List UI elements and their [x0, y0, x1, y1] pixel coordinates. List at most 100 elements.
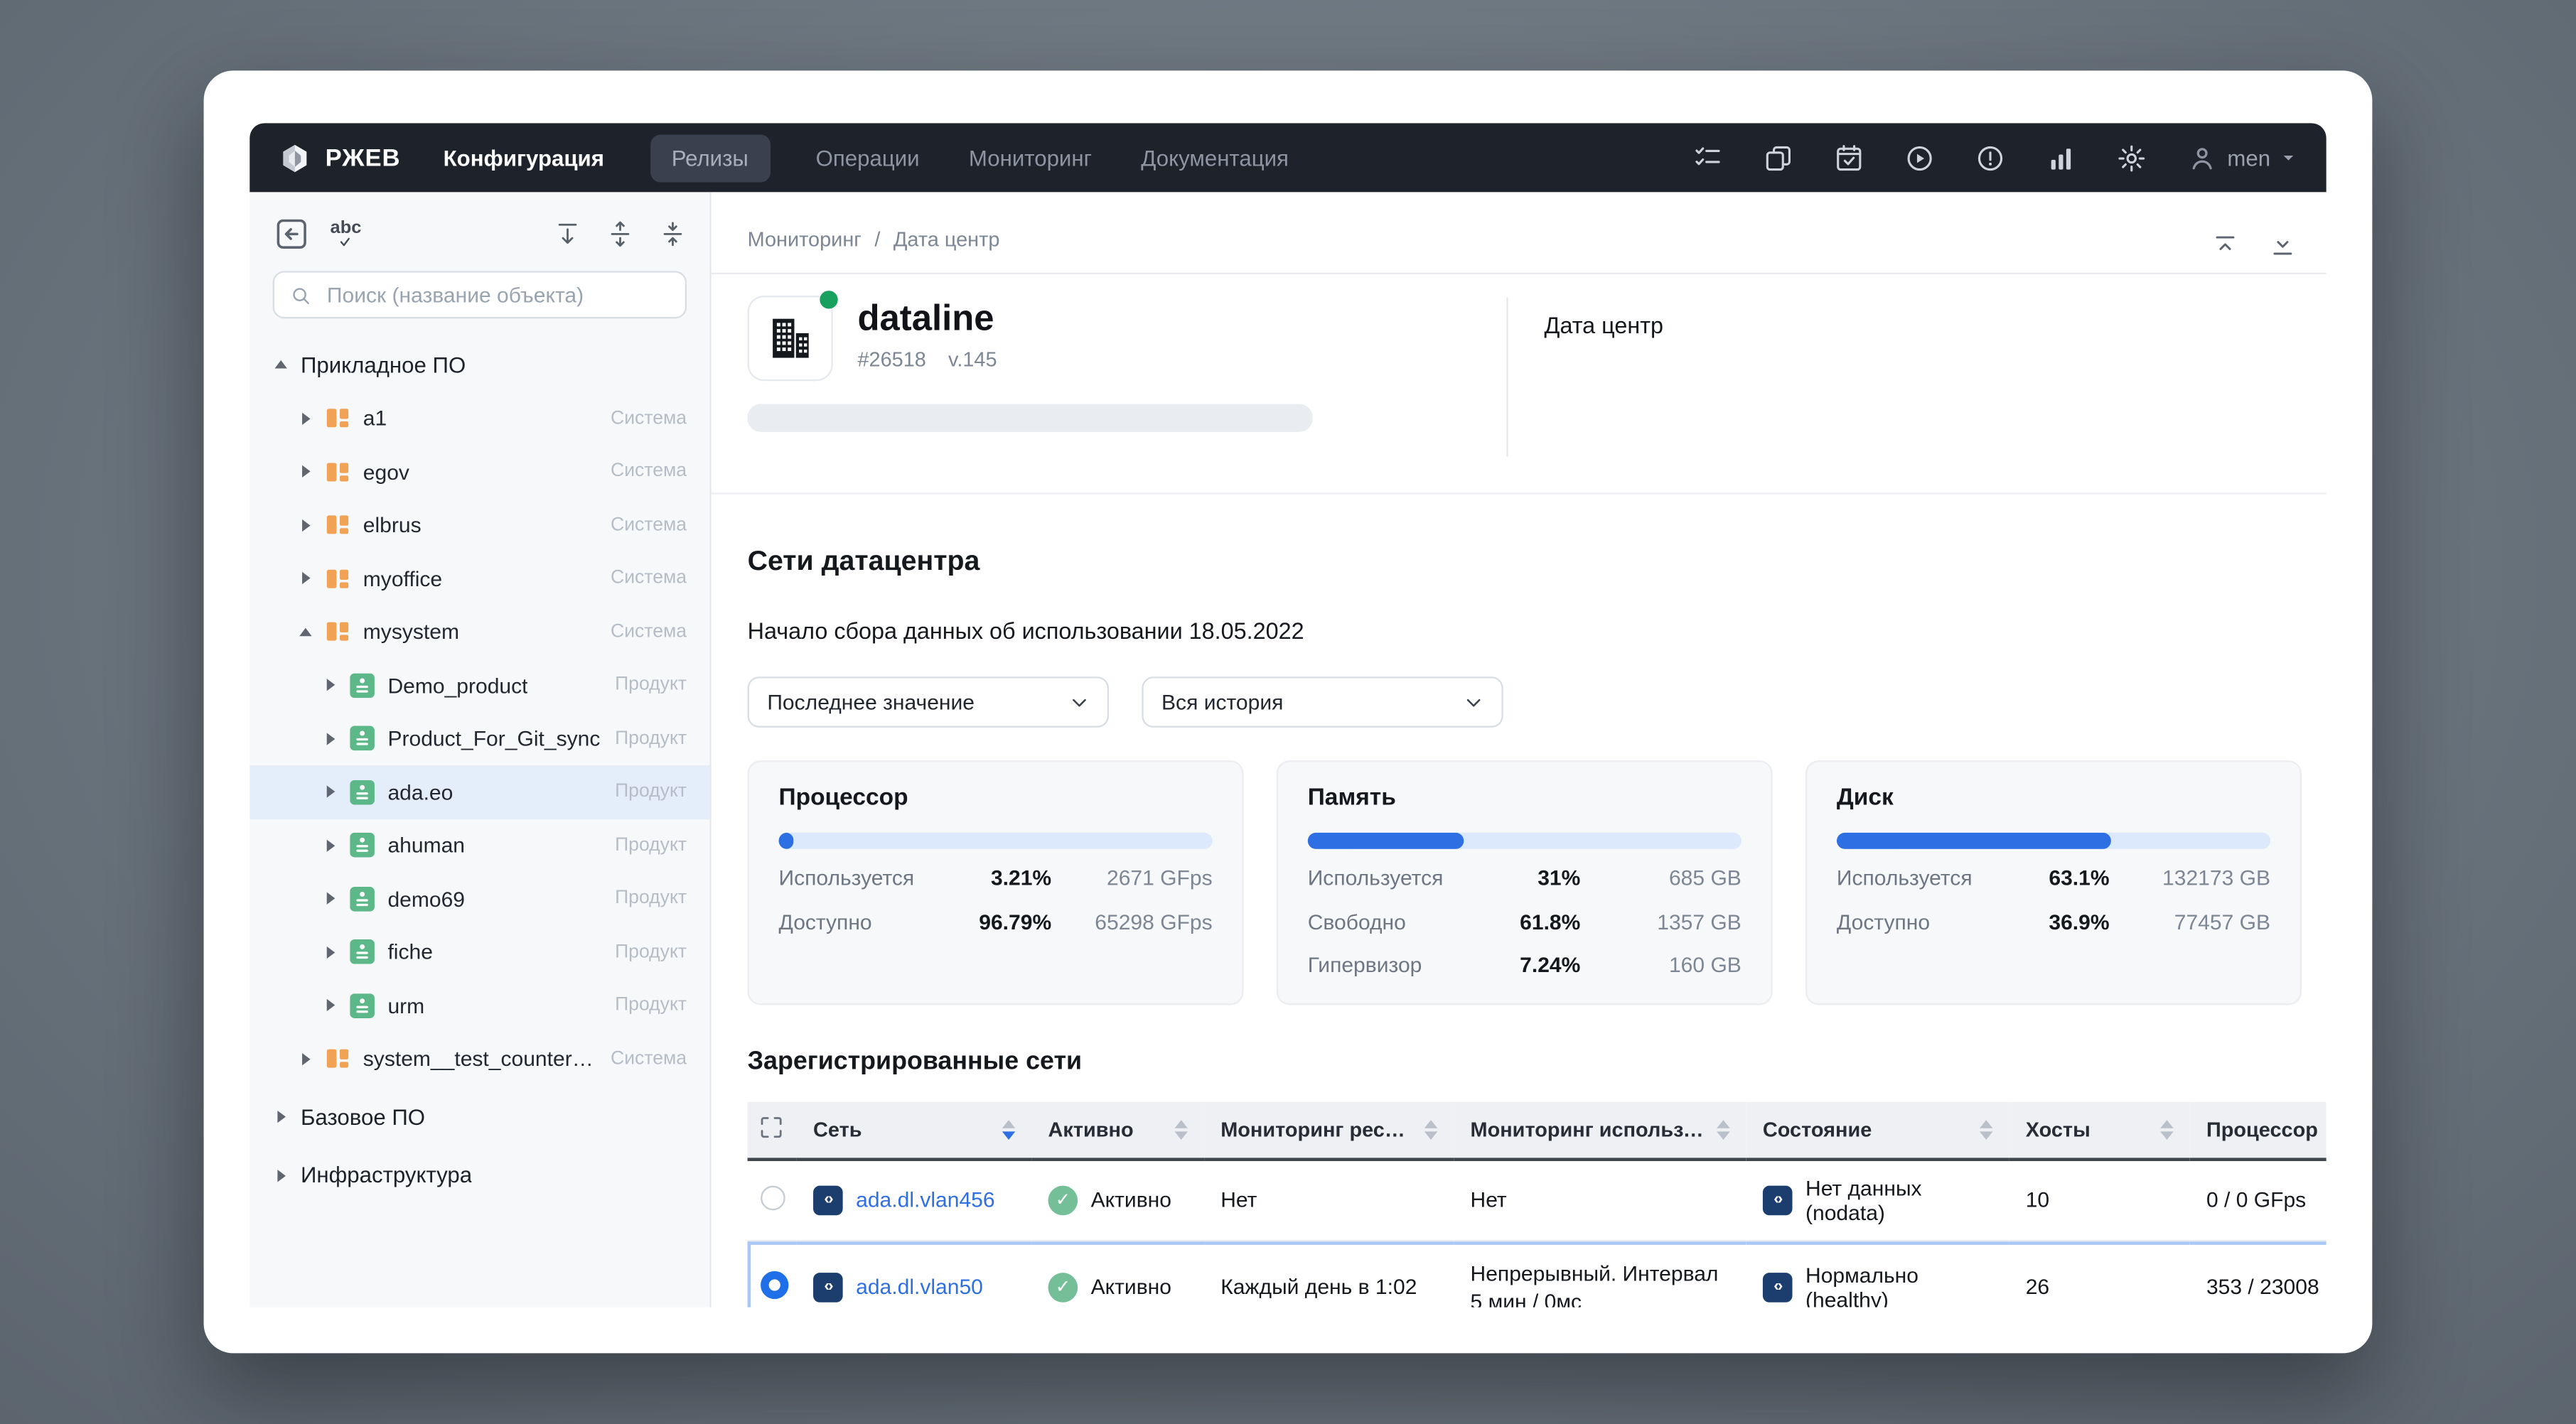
column-header[interactable]: Сеть	[797, 1101, 1032, 1160]
active-cell: ✓Активно	[1031, 1160, 1204, 1241]
nav-item[interactable]: Конфигурация	[444, 146, 604, 171]
column-label: Мониторинг ресурсов	[1220, 1118, 1415, 1140]
tree-item[interactable]: myofficeСистема	[249, 552, 709, 605]
network-cell-inner: ‹›ada.dl.vlan50	[813, 1272, 1015, 1302]
tree-item-type: Система	[598, 409, 687, 428]
tree-item[interactable]: ada.eoПродукт	[249, 765, 709, 819]
resource-card: ПроцессорИспользуется3.21%2671 GFpsДосту…	[748, 760, 1244, 1004]
hosts-cell: 26	[2009, 1241, 2190, 1307]
caret-expanded-icon[interactable]	[273, 357, 289, 373]
sort-arrows[interactable]	[2150, 1119, 2173, 1139]
caret-collapsed-icon[interactable]	[322, 784, 338, 800]
table-row[interactable]: ‹›ada.dl.vlan50✓АктивноКаждый день в 1:0…	[748, 1241, 2327, 1307]
tasks-icon[interactable]	[1692, 142, 1723, 173]
breadcrumb-separator: /	[874, 228, 880, 251]
history-range-selected: Вся история	[1161, 690, 1283, 715]
breadcrumb-item[interactable]: Мониторинг	[748, 228, 862, 251]
column-header[interactable]: Процессор	[2190, 1101, 2327, 1160]
caret-expanded-icon[interactable]	[297, 624, 313, 640]
collapse-to-bottom-icon[interactable]	[2269, 232, 2297, 259]
tree-item[interactable]: mysystemСистема	[249, 605, 709, 659]
search-input[interactable]	[323, 281, 670, 308]
product-icon	[350, 940, 375, 965]
collapse-to-top-icon[interactable]	[2211, 232, 2239, 259]
dock-top-icon[interactable]	[554, 220, 581, 248]
history-range-select[interactable]: Вся история	[1142, 676, 1503, 728]
collapse-sidebar-button[interactable]	[273, 215, 311, 253]
sort-arrows[interactable]	[1415, 1119, 1437, 1139]
network-link[interactable]: ada.dl.vlan456	[856, 1187, 994, 1212]
value-mode-select[interactable]: Последнее значение	[748, 676, 1109, 728]
bar-chart-icon[interactable]	[2045, 142, 2076, 173]
caret-collapsed-icon[interactable]	[322, 944, 338, 960]
tree-item-label: a1	[363, 406, 387, 431]
caret-collapsed-icon[interactable]	[297, 517, 313, 533]
caret-collapsed-icon[interactable]	[322, 730, 338, 747]
column-header[interactable]: Активно	[1031, 1101, 1204, 1160]
tree-item[interactable]: Прикладное ПО	[249, 338, 709, 392]
nav-item[interactable]: Операции	[816, 146, 920, 171]
play-circle-icon[interactable]	[1904, 142, 1935, 173]
tree-item[interactable]: urmПродукт	[249, 978, 709, 1032]
settings-icon[interactable]	[2115, 142, 2147, 173]
entity-meta: #26518 v.145	[857, 348, 1013, 371]
metric-label: Свободно	[1308, 909, 1462, 936]
nav-icon-group	[1692, 142, 2147, 173]
top-nav: РЖЕВ Конфигурация Релизы Операции Мониторин…	[249, 123, 2326, 192]
sort-arrows[interactable]	[1970, 1119, 1992, 1139]
column-label: Хосты	[2026, 1118, 2091, 1140]
column-header[interactable]: Мониторинг ресурсов	[1204, 1101, 1454, 1160]
nav-item[interactable]: Релизы	[650, 134, 770, 181]
tree-item[interactable]: Demo_productПродукт	[249, 659, 709, 712]
select-column-header[interactable]	[748, 1101, 797, 1160]
user-menu[interactable]: men	[2186, 142, 2297, 173]
caret-collapsed-icon[interactable]	[322, 997, 338, 1013]
collapse-all-icon[interactable]	[659, 220, 687, 248]
caret-collapsed-icon[interactable]	[297, 1051, 313, 1067]
sort-arrows[interactable]	[1707, 1119, 1729, 1139]
column-header[interactable]: Состояние	[1746, 1101, 2009, 1160]
caret-collapsed-icon[interactable]	[273, 1167, 289, 1184]
row-radio[interactable]	[760, 1185, 785, 1210]
tree-item[interactable]: system__test_counter_...Система	[249, 1032, 709, 1086]
active-cell-inner: ✓Активно	[1048, 1272, 1188, 1302]
metric-value: 65298 GFps	[1051, 909, 1212, 936]
copy-icon[interactable]	[1762, 142, 1793, 173]
calendar-check-icon[interactable]	[1833, 142, 1864, 173]
caret-collapsed-icon[interactable]	[297, 571, 313, 587]
tree-item[interactable]: a1 Система	[249, 392, 709, 445]
nav-item[interactable]: Мониторинг	[969, 146, 1092, 171]
caret-collapsed-icon[interactable]	[297, 463, 313, 480]
brand[interactable]: РЖЕВ	[279, 142, 401, 173]
tree-item-type: Система	[598, 462, 687, 482]
table-row[interactable]: ‹›ada.dl.vlan456✓АктивноНетНет‹›Нет данн…	[748, 1160, 2327, 1241]
expand-all-icon[interactable]	[606, 220, 634, 248]
caret-collapsed-icon[interactable]	[273, 1109, 289, 1126]
sort-arrows[interactable]	[1165, 1119, 1188, 1139]
fullscreen-icon[interactable]	[757, 1113, 785, 1140]
sort-arrows[interactable]	[992, 1119, 1015, 1139]
alphabetical-sort-icon[interactable]: abc	[331, 220, 362, 249]
column-header[interactable]: Хосты	[2009, 1101, 2190, 1160]
tree-item[interactable]: Инфраструктура	[249, 1149, 709, 1202]
caret-collapsed-icon[interactable]	[322, 890, 338, 907]
entity-summary: dataline #26518 v.145	[748, 296, 1507, 456]
row-select-cell	[748, 1241, 797, 1307]
column-header[interactable]: Мониторинг использования	[1454, 1101, 1746, 1160]
caret-collapsed-icon[interactable]	[322, 677, 338, 694]
tree-item[interactable]: demo69Продукт	[249, 872, 709, 925]
caret-collapsed-icon[interactable]	[297, 410, 313, 426]
usage-bar	[1837, 833, 2270, 849]
tree-item[interactable]: ahumanПродукт	[249, 819, 709, 872]
network-link[interactable]: ada.dl.vlan50	[856, 1274, 983, 1299]
caret-collapsed-icon[interactable]	[322, 837, 338, 853]
tree-item[interactable]: Базовое ПО	[249, 1091, 709, 1144]
tree-item[interactable]: egovСистема	[249, 445, 709, 498]
tree-item[interactable]: ficheПродукт	[249, 925, 709, 978]
row-radio[interactable]	[760, 1271, 788, 1298]
alert-circle-icon[interactable]	[1974, 142, 2005, 173]
metric-label: Используется	[1308, 865, 1462, 892]
tree-item[interactable]: Product_For_Git_syncПродукт	[249, 712, 709, 765]
tree-item[interactable]: elbrusСистема	[249, 498, 709, 551]
nav-item[interactable]: Документация	[1141, 146, 1289, 171]
